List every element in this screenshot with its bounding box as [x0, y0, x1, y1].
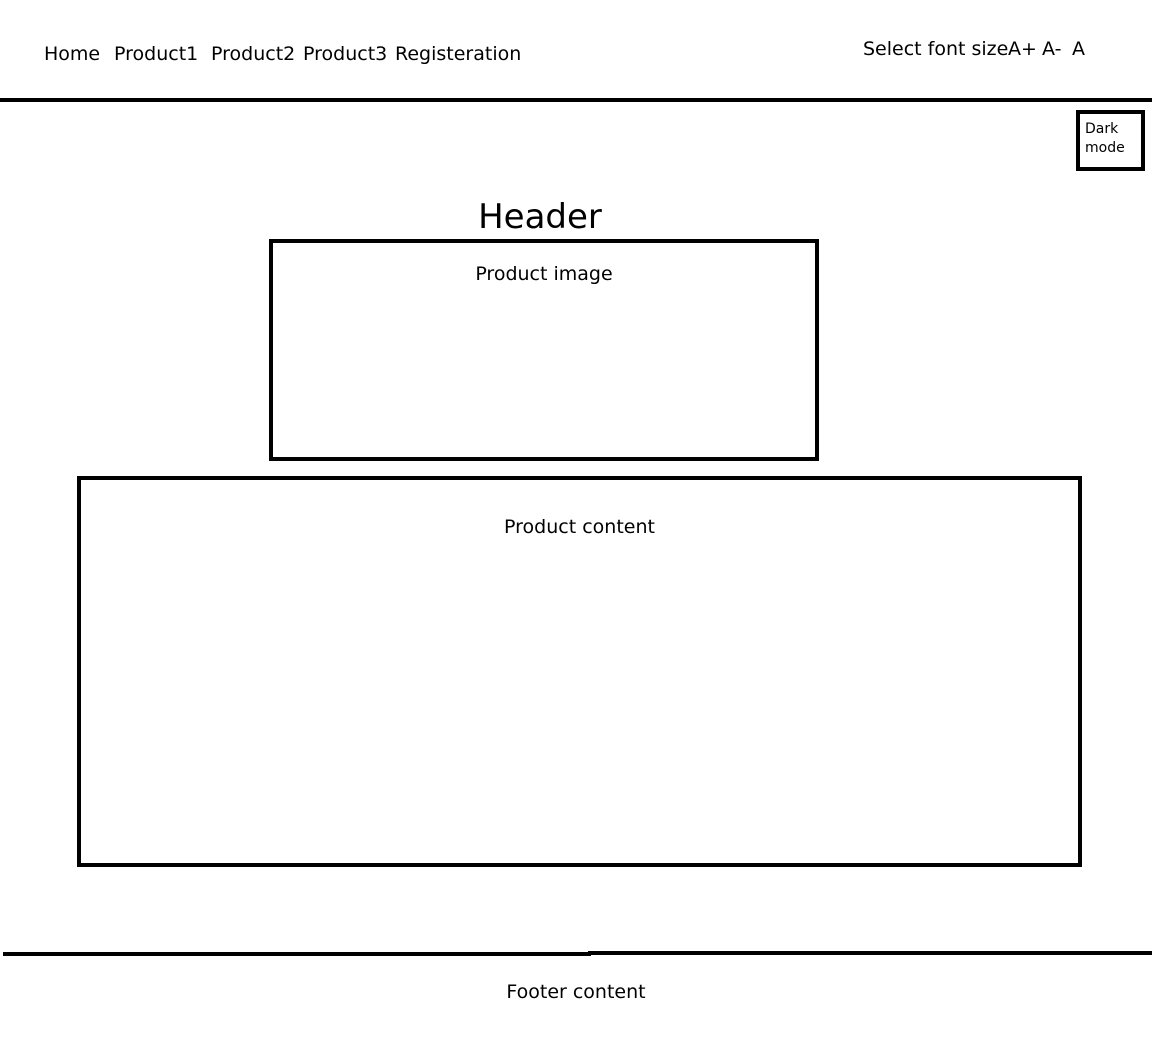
product-image-label: Product image [475, 263, 613, 285]
font-increase-button[interactable]: A+ [1008, 37, 1037, 61]
font-decrease-button[interactable]: A- [1042, 37, 1061, 61]
nav-item-product3[interactable]: Product3 [303, 42, 387, 66]
top-divider [0, 98, 1152, 102]
footer-divider-left [3, 952, 591, 956]
product-content-label: Product content [504, 516, 655, 538]
product-content-area: Product content [77, 476, 1082, 867]
nav-item-home[interactable]: Home [44, 42, 100, 66]
footer-divider-right [588, 951, 1152, 955]
nav-item-product1[interactable]: Product1 [114, 42, 198, 66]
font-size-label: Select font size [863, 38, 1009, 60]
nav-item-registeration[interactable]: Registeration [395, 42, 521, 66]
dark-mode-button[interactable]: Dark mode [1076, 110, 1145, 171]
page-header: Header [478, 197, 602, 237]
nav-item-product2[interactable]: Product2 [211, 42, 295, 66]
footer-content: Footer content [506, 981, 646, 1003]
dark-mode-label-line2: mode [1085, 140, 1125, 156]
product-image-placeholder: Product image [269, 239, 819, 461]
font-reset-button[interactable]: A [1072, 37, 1085, 61]
dark-mode-label-line1: Dark [1085, 121, 1119, 137]
